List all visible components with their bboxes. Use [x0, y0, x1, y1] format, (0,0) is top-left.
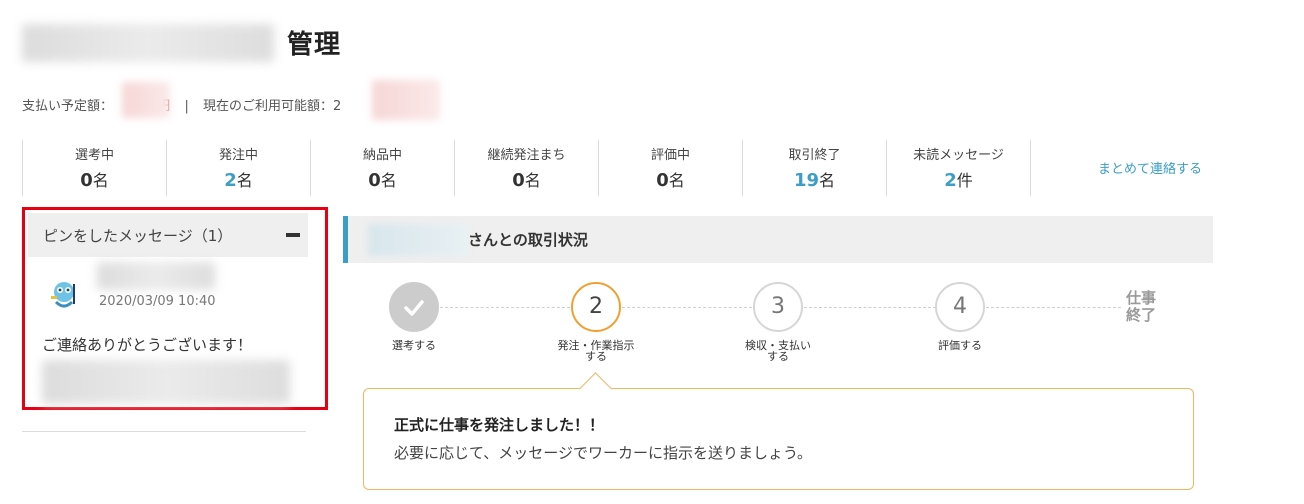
stat-unit: 名 [819, 171, 836, 190]
available-label: 現在のご利用可能額： [202, 99, 333, 114]
stat-unit: 件 [956, 171, 973, 190]
stat-unit: 名 [524, 171, 541, 190]
check-icon [404, 300, 424, 316]
stat-label: 継続発注まち [487, 148, 566, 163]
notice-text: 必要に応じて、メッセージでワーカーに指示を送りましょう。 [394, 444, 813, 462]
payment-label: 支払い予定額： [22, 99, 114, 114]
available-prefix: 2 [332, 99, 342, 114]
stat-label: 評価中 [650, 148, 690, 163]
step-connector [622, 307, 752, 308]
stat-unit: 名 [236, 171, 253, 190]
pinned-message-text: ご連絡ありがとうございます！ [42, 336, 253, 354]
step-3: 3 [753, 282, 803, 332]
collapse-icon[interactable] [286, 233, 300, 237]
payment-summary: 支払い予定額：0円 | 現在のご利用可能額：20円 [22, 95, 415, 114]
pinned-date: 2020/03/09 10:40 [99, 294, 216, 309]
stat-value: 19 [793, 170, 820, 191]
contact-all-link[interactable]: まとめて連絡する [1098, 158, 1202, 177]
stat-value: 2 [944, 170, 957, 191]
step-connector [804, 307, 936, 308]
step-2-current: 2 [571, 282, 621, 332]
stat-label: 納品中 [362, 148, 402, 163]
step-job-complete: 仕事 終了 [1126, 289, 1157, 324]
stat-unit: 名 [92, 171, 109, 190]
transaction-status-title: さんとの取引状況 [468, 231, 588, 249]
stat-label: 未読メッセージ [913, 148, 1004, 163]
pinned-messages-panel: ピンをしたメッセージ（1） 2020/03/09 10:40 ご連絡ありがとうご… [22, 207, 328, 410]
stat-label: 選考中 [74, 148, 114, 163]
stat-value: 2 [224, 170, 237, 191]
transaction-status-header: さんとの取引状況 [343, 216, 1213, 263]
stat-selecting[interactable]: 選考中 0名 [22, 140, 167, 196]
pinned-title: ピンをしたメッセージ（1） [43, 227, 233, 245]
stat-label: 取引終了 [788, 148, 841, 163]
stat-value: 0 [512, 170, 525, 191]
client-name-redacted [368, 224, 468, 256]
stat-delivering[interactable]: 納品中 0名 [311, 140, 455, 196]
divider [22, 431, 306, 432]
stat-reviewing[interactable]: 評価中 0名 [599, 140, 743, 196]
stat-value: 0 [656, 170, 669, 191]
project-name-redacted [22, 24, 274, 62]
stat-awaiting-continuation[interactable]: 継続発注まち 0名 [455, 140, 599, 196]
step-3-label: 検収・支払い する [745, 339, 811, 363]
step-connector [986, 307, 1121, 308]
stat-unit: 名 [380, 171, 397, 190]
page-title: 管理 [287, 30, 342, 60]
message-body-redacted [42, 360, 290, 404]
stat-unit: 名 [668, 171, 685, 190]
stat-value: 0 [368, 170, 381, 191]
summary-separator: | [184, 99, 189, 114]
payment-amount-redacted [122, 82, 170, 118]
sender-name-redacted [97, 262, 215, 290]
step-connector [440, 307, 570, 308]
bubble-pointer [579, 372, 612, 405]
stat-completed[interactable]: 取引終了 19名 [743, 140, 887, 196]
status-counts: 選考中 0名 発注中 2名 納品中 0名 継続発注まち 0名 評価中 0名 取引… [22, 140, 1031, 196]
stat-value: 0 [80, 170, 93, 191]
step-1-done [389, 282, 439, 332]
step-4-label: 評価する [938, 339, 982, 352]
avatar [51, 282, 75, 308]
order-notice: 正式に仕事を発注しました！！ 必要に応じて、メッセージでワーカーに指示を送りまし… [363, 372, 1194, 490]
stat-ordering[interactable]: 発注中 2名 [167, 140, 311, 196]
step-2-label: 発注・作業指示 する [557, 339, 635, 363]
pinned-header[interactable]: ピンをしたメッセージ（1） [28, 213, 308, 257]
step-1-label: 選考する [392, 339, 436, 352]
notice-title: 正式に仕事を発注しました！！ [394, 416, 605, 434]
available-amount-redacted [372, 80, 440, 120]
step-4: 4 [935, 282, 985, 332]
stat-unread-messages[interactable]: 未読メッセージ 2件 [887, 140, 1031, 196]
stat-label: 発注中 [218, 148, 258, 163]
